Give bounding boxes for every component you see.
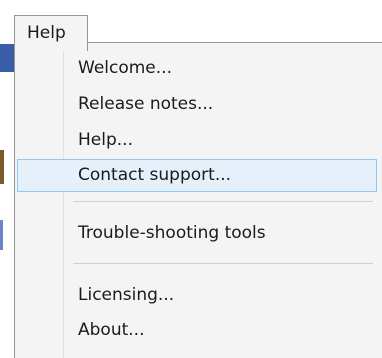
background-window-edge bbox=[0, 220, 3, 250]
menu-item-welcome[interactable]: Welcome... bbox=[17, 52, 377, 85]
menu-separator bbox=[73, 263, 373, 264]
help-dropdown-menu: Welcome... Release notes... Help... Cont… bbox=[14, 42, 382, 358]
background-window-edge bbox=[0, 150, 4, 184]
menu-bar: Help bbox=[0, 0, 382, 51]
menu-item-help[interactable]: Help... bbox=[17, 124, 377, 157]
menu-item-release-notes[interactable]: Release notes... bbox=[17, 88, 377, 121]
menu-item-trouble-shooting-tools[interactable]: Trouble-shooting tools bbox=[17, 217, 377, 250]
menu-item-about[interactable]: About... bbox=[17, 314, 377, 347]
menu-item-contact-support[interactable]: Contact support... bbox=[17, 159, 377, 192]
menu-separator bbox=[73, 201, 373, 202]
menu-item-licensing[interactable]: Licensing... bbox=[17, 279, 377, 312]
background-window-edge bbox=[0, 44, 14, 72]
help-menu-title[interactable]: Help bbox=[14, 15, 88, 51]
